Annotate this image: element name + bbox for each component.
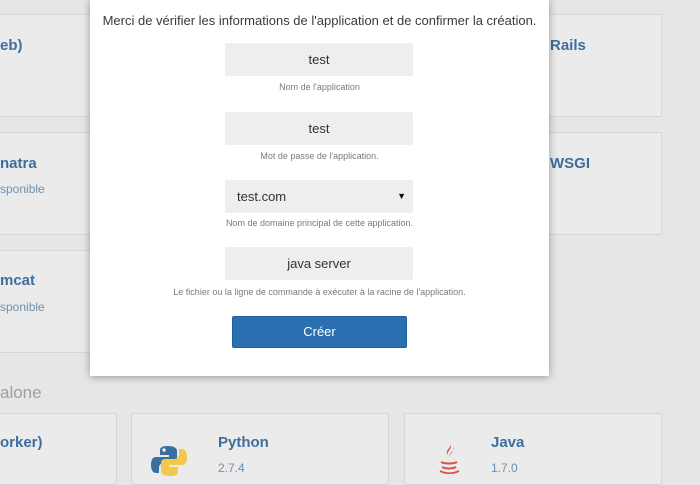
app-name-field[interactable]: test — [225, 43, 413, 76]
command-field[interactable]: java server — [225, 247, 413, 280]
card-title: mcat — [0, 272, 36, 289]
card-title-java: Java — [491, 434, 525, 451]
background-card[interactable] — [540, 132, 662, 235]
section-heading: alone — [0, 383, 42, 402]
domain-help: Nom de domaine principal de cette applic… — [225, 218, 414, 228]
card-title: natra — [0, 155, 37, 172]
app-password-help: Mot de passe de l'application. — [260, 151, 379, 161]
modal-message: Merci de vérifier les informations de l'… — [102, 13, 537, 28]
card-version-java: 1.7.0 — [491, 461, 518, 475]
background-card[interactable] — [540, 14, 662, 117]
card-title: eb) — [0, 37, 23, 54]
card-subtitle: sponible — [0, 182, 45, 196]
create-button[interactable]: Créer — [232, 316, 407, 348]
card-title-python: Python — [218, 434, 269, 451]
domain-select-value: test.com — [237, 189, 287, 204]
card-subtitle: sponible — [0, 300, 45, 314]
app-name-help: Nom de l'application — [279, 82, 360, 92]
chevron-down-icon: ▼ — [397, 191, 406, 201]
java-icon — [439, 442, 460, 474]
card-title: WSGI — [550, 155, 590, 172]
confirm-modal: Merci de vérifier les informations de l'… — [90, 0, 549, 376]
card-title: Rails — [550, 37, 586, 54]
card-title: orker) — [0, 434, 43, 451]
card-version-python: 2.7.4 — [218, 461, 245, 475]
python-icon — [151, 446, 187, 476]
app-password-field[interactable]: test — [225, 112, 413, 145]
domain-select[interactable]: test.com ▼ — [225, 180, 413, 213]
command-help: Le fichier ou la ligne de commande à exé… — [173, 287, 466, 297]
